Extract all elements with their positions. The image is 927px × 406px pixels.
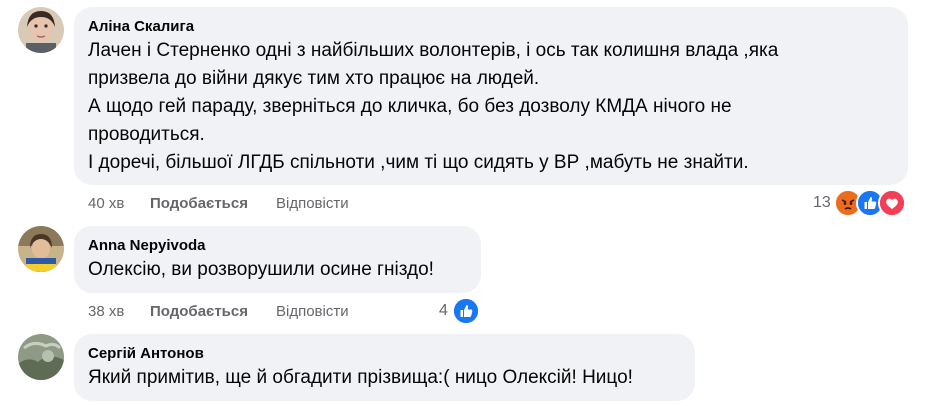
comment-author[interactable]: Сергій Антонов [88,344,681,364]
reactions-summary[interactable]: 13 [810,189,910,217]
comment-actions: 38 хв Подобається Відповісти [88,302,488,322]
reply-button[interactable]: Відповісти [276,302,349,322]
comment-timestamp[interactable]: 38 хв [88,302,124,322]
comment-text-line: проводиться. [88,124,205,145]
comment-text-line: призвела до війни дякує тим хто працює н… [88,68,540,89]
comment-text-line: І доречі, більшої ЛГДБ спільноти ,чим ті… [88,152,749,173]
reaction-count: 13 [813,194,831,211]
reaction-count: 4 [439,302,448,319]
comment: Аліна Скалига Лачен і Стерненко одні з н… [0,0,927,225]
comment: Anna Nepyivoda Олексію, ви розворушили о… [0,225,927,330]
comment-author[interactable]: Аліна Скалига [88,17,894,37]
comment-text-line: Лачен і Стерненко одні з найбільших воло… [88,40,779,61]
comment-bubble: Anna Nepyivoda Олексію, ви розворушили о… [74,226,481,293]
like-button[interactable]: Подобається [150,302,248,322]
reply-button[interactable]: Відповісти [276,194,349,214]
avatar[interactable] [18,226,64,272]
comment: Сергій Антонов Який примітив, ще й обгад… [0,333,927,406]
comment-bubble: Аліна Скалига Лачен і Стерненко одні з н… [74,7,908,185]
like-button[interactable]: Подобається [150,194,248,214]
like-reaction-icon [452,297,480,325]
comment-actions: 40 хв Подобається Відповісти [88,194,488,214]
comment-author[interactable]: Anna Nepyivoda [88,236,467,256]
comment-bubble: Сергій Антонов Який примітив, ще й обгад… [74,334,695,401]
comment-timestamp[interactable]: 40 хв [88,194,124,214]
comment-text-line: Олексію, ви розворушили осине гніздо! [88,259,434,280]
love-reaction-icon [878,189,906,217]
reactions-summary[interactable]: 4 [436,297,486,325]
comment-text-line: А щодо гей параду, зверніться до кличка,… [88,96,732,117]
comment-text-line: Який примітив, ще й обгадити прізвища:( … [88,367,633,388]
avatar[interactable] [18,7,64,53]
avatar[interactable] [18,334,64,380]
